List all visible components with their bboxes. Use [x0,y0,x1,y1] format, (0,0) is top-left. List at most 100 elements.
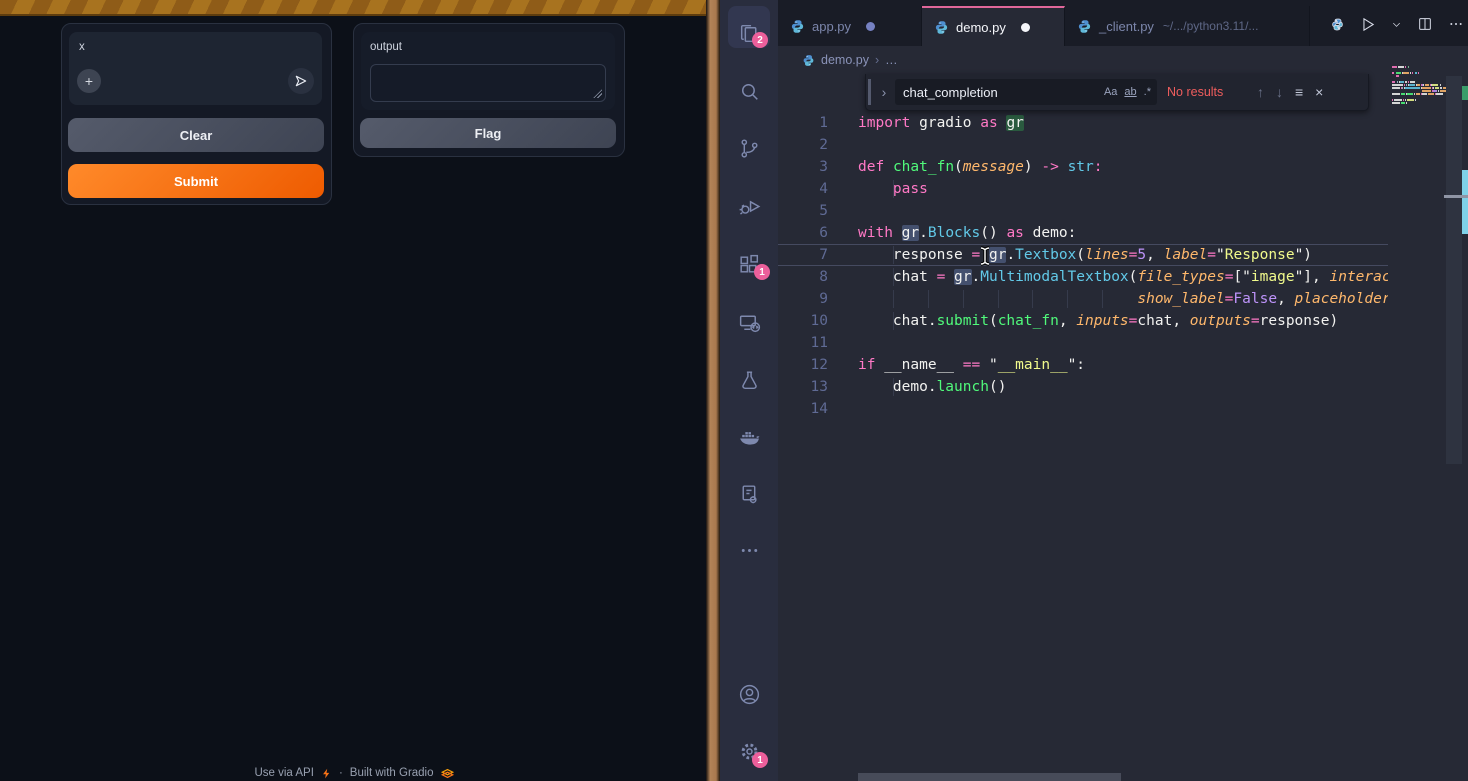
tab-demo-py[interactable]: demo.py [922,6,1065,46]
code-line[interactable]: 9 show_label=False, placeholder= [778,288,1388,310]
sidebar-item-run-debug[interactable] [720,181,778,231]
vscode-window: 2 1 [720,0,1468,781]
beaker-icon [737,368,762,393]
find-input[interactable]: chat_completion Aa ab .* [895,79,1157,105]
modified-dot[interactable] [866,22,875,31]
footer-separator: · [339,767,343,779]
run-button[interactable] [1359,16,1376,33]
find-in-selection-button[interactable]: ≡ [1295,84,1303,100]
editor-group: app.py demo.py _client.py ~/.../python3.… [778,0,1468,781]
code-line[interactable]: 11 [778,332,1388,354]
editor-actions [1331,8,1464,40]
code-text: if __name__ == "__main__": [858,354,1085,376]
vertical-scrollbar[interactable] [1446,76,1462,464]
code-line[interactable]: 8 chat = gr.MultimodalTextbox(file_types… [778,266,1388,288]
code-text: show_label=False, placeholder= [858,288,1388,310]
sidebar-item-source-control[interactable] [720,123,778,173]
match-case-toggle[interactable]: Aa [1104,86,1117,98]
find-query[interactable]: chat_completion [903,85,998,100]
output-textarea[interactable] [370,64,606,102]
line-number: 8 [778,266,828,288]
remote-monitor-icon [737,310,762,335]
code-line[interactable]: 6with gr.Blocks() as demo: [778,222,1388,244]
code-line[interactable]: 10 chat.submit(chat_fn, inputs=chat, out… [778,310,1388,332]
line-number: 10 [778,310,828,332]
line-number: 4 [778,178,828,200]
code-line[interactable]: 7 response = gr.Textbox(lines=5, label="… [778,244,1388,266]
tab-app-py[interactable]: app.py [778,6,922,46]
horizontal-scrollbar[interactable] [858,773,1121,781]
sidebar-item-explorer[interactable] [720,8,778,58]
flag-button[interactable]: Flag [360,118,616,148]
clear-button[interactable]: Clear [68,118,324,152]
python-icon [790,19,805,34]
code-text: def chat_fn(message) -> str: [858,156,1103,178]
breadcrumb-more[interactable]: … [885,53,898,67]
sidebar-item-cpp-tools[interactable] [720,469,778,519]
tab-client-py[interactable]: _client.py ~/.../python3.11/... [1065,6,1310,46]
resize-handle[interactable] [593,89,602,98]
multimodal-textbox[interactable]: x + [69,32,322,105]
send-arrow-icon [294,74,308,88]
code-text: response = gr.Textbox(lines=5, label="Re… [858,244,1312,266]
sidebar-item-more[interactable] [720,525,778,575]
code-line[interactable]: 3 def chat_fn(message) -> str: [778,156,1388,178]
ellipsis-icon [737,538,762,563]
line-number: 3 [778,156,828,178]
modified-dot[interactable] [1021,23,1030,32]
find-close-button[interactable]: × [1315,84,1323,100]
sidebar-item-remote-explorer[interactable] [720,297,778,347]
minimap[interactable] [1392,60,1454,400]
sidebar-item-testing[interactable] [720,355,778,405]
overview-cursor-mark [1444,195,1468,198]
code-line[interactable]: 1import gradio as gr [778,112,1388,134]
built-with-gradio-link[interactable]: Built with Gradio [350,767,434,779]
breadcrumb-file[interactable]: demo.py [821,53,869,67]
line-number: 2 [778,134,828,156]
activity-bar: 2 1 [720,0,778,781]
code-line[interactable]: 13 demo.launch() [778,376,1388,398]
code-line[interactable]: 4 pass [778,178,1388,200]
line-number: 1 [778,112,828,134]
more-actions-button[interactable] [1448,16,1464,32]
code-text: pass [858,178,928,200]
input-card: x + Clear Submit [61,23,332,205]
docker-whale-icon [737,425,762,450]
split-editor-button[interactable] [1417,16,1433,32]
toggle-replace-chevron[interactable]: › [877,84,891,100]
whole-word-toggle[interactable]: ab [1124,86,1136,98]
account-button[interactable] [720,669,778,719]
breadcrumb-separator: › [875,53,879,67]
line-number: 5 [778,200,828,222]
account-icon [737,682,762,707]
code-text: chat.submit(chat_fn, inputs=chat, output… [858,310,1338,332]
line-number: 11 [778,332,828,354]
regex-toggle[interactable]: .* [1144,86,1151,98]
sidebar-item-search[interactable] [720,66,778,116]
debug-icon [737,194,762,219]
python-icon [1077,19,1092,34]
submit-button[interactable]: Submit [68,164,324,198]
code-line[interactable]: 12if __name__ == "__main__": [778,354,1388,376]
find-results-label: No results [1167,85,1245,99]
sidebar-item-docker[interactable] [720,412,778,462]
send-button[interactable] [288,68,314,94]
use-via-api-link[interactable]: Use via API [254,767,313,779]
line-number: 14 [778,398,828,420]
sidebar-item-extensions[interactable] [720,239,778,289]
code-line[interactable]: 14 [778,398,1388,420]
settings-button[interactable] [720,726,778,776]
overview-mark-green [1462,86,1468,100]
find-widget: › chat_completion Aa ab .* No results ↑ … [865,74,1369,111]
attach-plus-button[interactable]: + [77,69,101,93]
find-next-button[interactable]: ↓ [1276,84,1283,100]
gradio-footer: Use via API · Built with Gradio [0,767,708,779]
code-line[interactable]: 2 [778,134,1388,156]
run-dropdown-chevron-icon[interactable] [1391,19,1402,30]
overview-mark-blue [1462,170,1468,234]
code-line[interactable]: 5 [778,200,1388,222]
find-previous-button[interactable]: ↑ [1257,84,1264,100]
window-divider[interactable] [706,0,720,781]
find-resize-sash[interactable] [868,79,871,105]
output-box: output [361,32,615,110]
